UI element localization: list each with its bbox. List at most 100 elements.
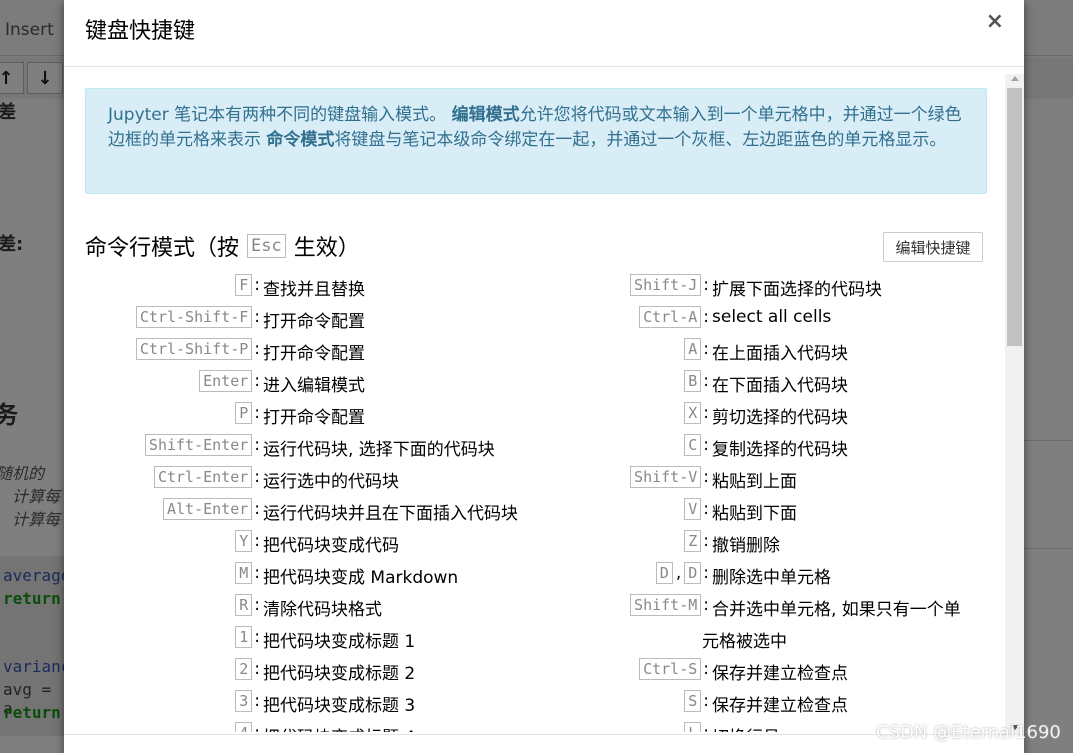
shortcut-description: 把代码块变成标题 1 xyxy=(263,632,416,652)
key-colon: : xyxy=(254,371,260,391)
bg-text-fragment: 随机的 xyxy=(0,464,45,483)
shortcut-keys: Ctrl-Enter: xyxy=(153,466,260,488)
key-colon: : xyxy=(254,467,260,487)
scroll-up-arrow-icon[interactable] xyxy=(1011,76,1019,81)
shortcut-description: 在上面插入代码块 xyxy=(712,344,848,364)
shortcut-description: 复制选择的代码块 xyxy=(712,440,848,460)
key-colon: : xyxy=(703,691,709,711)
key-separator: , xyxy=(675,563,682,583)
shortcut-description: 在下面插入代码块 xyxy=(712,376,848,396)
close-button[interactable]: × xyxy=(986,9,1004,34)
scroll-thumb[interactable] xyxy=(1007,88,1022,346)
shortcut-keys: M: xyxy=(235,562,260,584)
shortcut-keys: C: xyxy=(684,434,709,456)
menu-insert[interactable]: Insert xyxy=(5,20,54,40)
dialog-scrollbar[interactable] xyxy=(1005,74,1024,734)
key-colon: : xyxy=(254,435,260,455)
code-line: return xyxy=(3,703,61,722)
notebook-right-area xyxy=(1024,100,1073,753)
key-colon: : xyxy=(703,403,709,423)
key-colon: : xyxy=(254,627,260,647)
shortcut-keys: Enter: xyxy=(199,370,260,392)
dialog-body[interactable]: Jupyter 笔记本有两种不同的键盘输入模式。 编辑模式允许您将代码或文本输入… xyxy=(64,67,1024,732)
bg-code-cell: average return varianc avg = a return xyxy=(0,556,70,736)
bg-text-fragment: 差 xyxy=(0,102,16,123)
key-cap: B xyxy=(684,370,702,392)
shortcut-description: 扩展下面选择的代码块 xyxy=(712,280,882,300)
shortcut-keys: Ctrl-S: xyxy=(639,658,709,680)
shortcut-description: 进入编辑模式 xyxy=(263,376,365,396)
shortcut-description: 剪切选择的代码块 xyxy=(712,408,848,428)
key-cap: V xyxy=(684,498,702,520)
key-cap: Ctrl-Enter xyxy=(153,466,253,488)
shortcut-keys: D,D: xyxy=(655,562,709,584)
key-cap: C xyxy=(684,434,702,456)
shortcut-keys: 4: xyxy=(235,722,260,732)
key-colon: : xyxy=(703,659,709,679)
bg-text-fragment: 差: xyxy=(0,234,24,255)
key-cap: 1 xyxy=(235,626,253,648)
key-colon: : xyxy=(254,563,260,583)
key-colon: : xyxy=(254,307,260,327)
shortcut-description: 保存并建立检查点 xyxy=(712,696,848,716)
code-line: return xyxy=(3,589,61,608)
shortcut-keys: F: xyxy=(235,274,260,296)
key-cap: Y xyxy=(235,530,253,552)
edit-shortcuts-button[interactable]: 编辑快捷键 xyxy=(883,232,983,262)
shortcut-description: 保存并建立检查点 xyxy=(712,664,848,684)
key-cap: 3 xyxy=(235,690,253,712)
key-cap: Ctrl-Shift-F xyxy=(135,306,253,328)
shortcut-keys: Ctrl-Shift-P: xyxy=(135,338,260,360)
shortcut-keys: Shift-M: xyxy=(630,594,709,616)
key-cap: Alt-Enter xyxy=(162,498,253,520)
key-colon: : xyxy=(254,275,260,295)
mode-info-alert: Jupyter 笔记本有两种不同的键盘输入模式。 编辑模式允许您将代码或文本输入… xyxy=(85,88,987,194)
shortcut-description: 打开命令配置 xyxy=(263,408,365,428)
shortcut-keys: Ctrl-Shift-F: xyxy=(135,306,260,328)
key-cap: D xyxy=(655,562,673,584)
key-cap: Shift-J xyxy=(630,274,702,296)
shortcut-keys: 3: xyxy=(235,690,260,712)
key-colon: : xyxy=(254,723,260,732)
key-colon: : xyxy=(703,371,709,391)
info-command-mode: 命令模式 xyxy=(266,130,335,150)
shortcut-keys: Shift-V: xyxy=(630,466,709,488)
info-text: 将键盘与笔记本级命令绑定在一起，并通过一个灰框、左边距蓝色的单元格显示。 xyxy=(334,130,947,150)
shortcut-keys: Ctrl-A: xyxy=(639,306,709,328)
shortcut-keys: R: xyxy=(235,594,260,616)
key-cap: D xyxy=(684,562,702,584)
key-colon: : xyxy=(254,403,260,423)
shortcut-description: 把代码块变成代码 xyxy=(263,536,399,556)
command-mode-heading: 命令行模式（按 Esc 生效） xyxy=(85,230,360,262)
key-cap: Shift-M xyxy=(630,594,702,616)
shortcut-description: 运行选中的代码块 xyxy=(263,472,399,492)
key-cap: L xyxy=(684,722,702,732)
arrow-down-icon: ↓ xyxy=(37,67,53,89)
move-up-button[interactable]: ↑ xyxy=(0,62,24,94)
info-edit-mode: 编辑模式 xyxy=(451,105,520,125)
key-colon: : xyxy=(254,499,260,519)
code-line: average xyxy=(3,566,71,585)
key-colon: : xyxy=(254,595,260,615)
key-cap: Shift-Enter xyxy=(144,434,253,456)
shortcut-description: 粘贴到上面 xyxy=(712,472,797,492)
key-colon: : xyxy=(254,339,260,359)
shortcut-keys: 1: xyxy=(235,626,260,648)
shortcut-keys: V: xyxy=(684,498,709,520)
bg-heading-fragment: 务 xyxy=(0,401,18,429)
info-text: Jupyter 笔记本有两种不同的键盘输入模式。 xyxy=(108,105,447,125)
shortcut-keys: P: xyxy=(235,402,260,424)
move-down-button[interactable]: ↓ xyxy=(27,62,63,94)
keyboard-shortcuts-dialog: 键盘快捷键 × Jupyter 笔记本有两种不同的键盘输入模式。 编辑模式允许您… xyxy=(64,0,1024,753)
key-colon: : xyxy=(254,531,260,551)
key-cap: Z xyxy=(684,530,702,552)
shortcut-keys: Shift-J: xyxy=(630,274,709,296)
shortcut-description: 清除代码块格式 xyxy=(263,600,382,620)
shortcut-description: select all cells xyxy=(712,307,832,327)
shortcut-description: 把代码块变成标题 4 xyxy=(263,723,415,732)
key-cap: Ctrl-S xyxy=(639,658,702,680)
dialog-title: 键盘快捷键 xyxy=(85,19,196,44)
shortcut-description: 查找并且替换 xyxy=(263,280,365,300)
key-colon: : xyxy=(703,531,709,551)
shortcut-keys: Alt-Enter: xyxy=(162,498,260,520)
